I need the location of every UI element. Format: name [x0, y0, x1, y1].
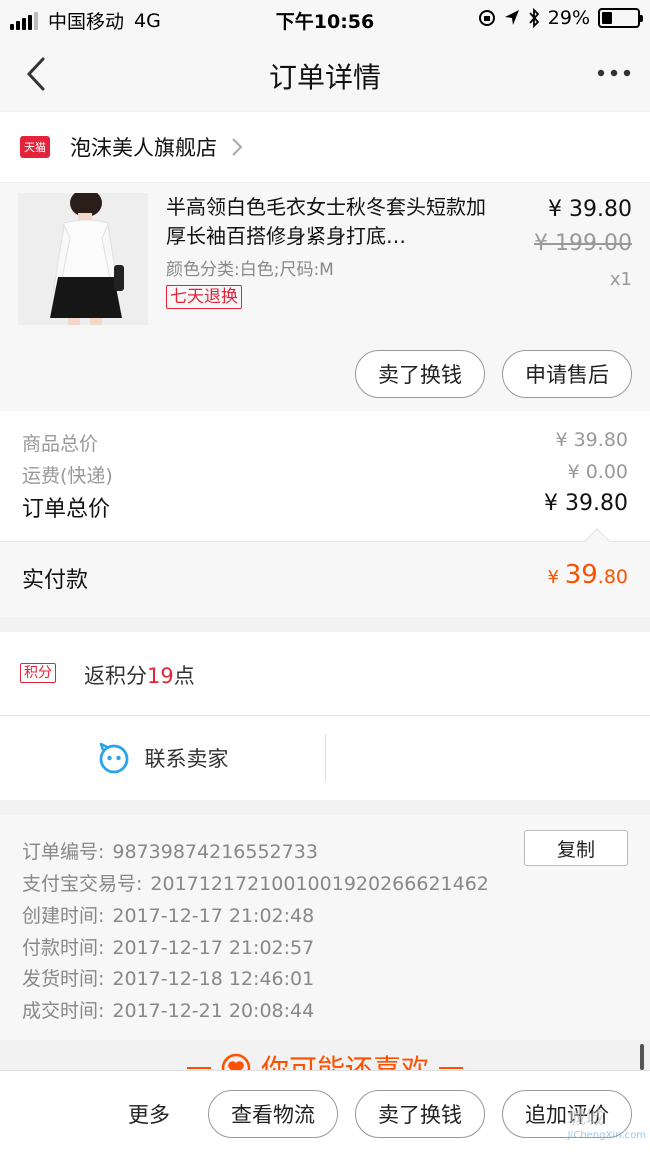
paid-integer: 39	[564, 560, 598, 590]
product-sku: 颜色分类:白色;尺码:M	[166, 260, 334, 280]
copy-button[interactable]: 复制	[524, 830, 628, 866]
points-value: 19	[147, 664, 174, 688]
order-number: 98739874216552733	[112, 841, 318, 863]
alipay-number-row: 支付宝交易号: 2017121721001001920266621462	[22, 869, 489, 896]
shop-header[interactable]: 天猫 泡沫美人旗舰店	[0, 112, 650, 182]
tmall-badge: 天猫	[20, 136, 50, 158]
paid-time-row: 付款时间: 2017-12-17 21:02:57	[22, 933, 314, 960]
return-policy-tag: 七天退换	[166, 285, 242, 309]
points-tag: 积分	[20, 663, 56, 683]
decor-line	[186, 1067, 211, 1069]
battery-fill	[602, 12, 612, 24]
paid-amount: ¥ 39.80	[548, 560, 629, 590]
more-dots-icon	[597, 69, 631, 77]
watermark-text: 城城	[567, 1108, 604, 1129]
info-label: 付款时间:	[22, 937, 105, 959]
paid-decimal: .80	[597, 566, 628, 588]
shop-name[interactable]: 泡沫美人旗舰店	[70, 132, 217, 162]
order-info: 订单编号: 98739874216552733 支付宝交易号: 2017121721…	[0, 815, 650, 1040]
contact-seller-button[interactable]: 联系卖家	[0, 716, 325, 800]
watermark: 城城 JiChengXin.com	[568, 1104, 646, 1141]
shipping-label: 运费(快递)	[22, 465, 113, 487]
bluetooth-icon	[529, 8, 540, 28]
product-price: ¥ 39.80	[548, 197, 632, 222]
goods-total-value: ¥ 39.80	[555, 429, 628, 451]
order-total-label: 订单总价	[22, 497, 111, 522]
decor-line	[439, 1067, 463, 1069]
info-label: 支付宝交易号:	[22, 873, 143, 895]
paid-label: 实付款	[22, 568, 89, 593]
sell-button[interactable]: 卖了换钱	[355, 350, 485, 398]
order-number-row: 订单编号: 98739874216552733	[22, 837, 318, 864]
battery-icon	[598, 8, 643, 28]
price-summary: 商品总价 ¥ 39.80 运费(快递) ¥ 0.00 订单总价 ¥ 39.80	[0, 411, 650, 541]
completed-time-row: 成交时间: 2017-12-21 20:08:44	[22, 996, 314, 1023]
nav-bar: 订单详情	[0, 38, 650, 110]
alipay-number: 2017121721001001920266621462	[150, 873, 489, 895]
battery-percent: 29%	[547, 7, 590, 29]
aftersale-button[interactable]: 申请售后	[502, 350, 632, 398]
paid-time: 2017-12-17 21:02:57	[112, 937, 315, 959]
info-label: 发货时间:	[22, 968, 105, 990]
chat-face-icon	[99, 742, 128, 774]
info-label: 创建时间:	[22, 905, 105, 927]
product-image[interactable]	[18, 193, 148, 325]
goods-total-label: 商品总价	[22, 433, 99, 455]
page-title: 订单详情	[268, 61, 381, 94]
contact-section: 联系卖家	[0, 716, 650, 800]
paid-currency: ¥	[547, 567, 565, 588]
created-time: 2017-12-17 21:02:48	[112, 905, 315, 927]
location-icon	[504, 10, 519, 25]
sell-again-button[interactable]: 卖了换钱	[355, 1090, 485, 1138]
product-title[interactable]: 半高领白色毛衣女士秋冬套头短款加厚长袖百搭修身紧身打底…	[166, 193, 498, 251]
bottom-action-bar: 更多 查看物流 卖了换钱 追加评价	[0, 1070, 650, 1156]
points-text: 返积分19点	[84, 660, 195, 690]
view-logistics-button[interactable]: 查看物流	[208, 1090, 338, 1138]
product-quantity: x1	[609, 269, 632, 290]
product-card[interactable]: 半高领白色毛衣女士秋冬套头短款加厚长袖百搭修身紧身打底… 颜色分类:白色;尺码:…	[0, 183, 650, 411]
points-suffix: 点	[173, 664, 195, 688]
shipped-time-row: 发货时间: 2017-12-18 12:46:01	[22, 964, 314, 991]
points-prefix: 返积分	[84, 664, 147, 688]
shipped-time: 2017-12-18 12:46:01	[112, 968, 315, 990]
chevron-right-icon	[232, 138, 243, 156]
paid-amount-row: 实付款 ¥ 39.80	[0, 528, 650, 617]
info-label: 成交时间:	[22, 1000, 105, 1022]
watermark-sub: JiChengXin.com	[567, 1130, 646, 1141]
divider	[325, 734, 326, 782]
product-original-price: ¥ 199.00	[534, 231, 632, 256]
completed-time: 2017-12-21 20:08:44	[112, 1000, 315, 1022]
rotation-lock-icon	[478, 10, 495, 26]
shipping-value: ¥ 0.00	[567, 461, 628, 483]
order-total-value: ¥ 39.80	[544, 491, 628, 516]
created-time-row: 创建时间: 2017-12-17 21:02:48	[22, 901, 314, 928]
points-row: 积分 返积分19点	[0, 632, 650, 716]
contact-seller-label: 联系卖家	[144, 747, 229, 771]
info-label: 订单编号:	[22, 841, 105, 863]
status-bar: 中国移动 4G 下午10:56 29%	[0, 0, 650, 38]
more-button[interactable]	[592, 58, 636, 88]
more-link[interactable]: 更多	[128, 1099, 170, 1129]
scrollbar[interactable]	[640, 1044, 644, 1070]
